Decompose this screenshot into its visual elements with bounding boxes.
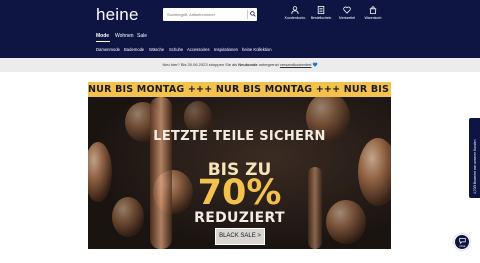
nav-waesche[interactable]: Wäsche xyxy=(149,47,164,52)
chat-button[interactable]: Chat xyxy=(454,234,470,250)
order-button[interactable]: Bestellschein xyxy=(310,6,332,24)
search-box[interactable] xyxy=(163,8,257,21)
nav-schuhe[interactable]: Schuhe xyxy=(169,47,183,52)
wishlist-button[interactable]: Merkzettel xyxy=(336,6,358,24)
promo-text: Neu hier? Bis 30.06.2023 shoppen Sie als… xyxy=(162,62,318,67)
cart-label: Warenkorb xyxy=(364,16,382,20)
banner-photo: LETZTE TEILE SICHERN BIS ZU 70% REDUZIER… xyxy=(88,97,391,249)
cart-icon xyxy=(369,6,377,14)
nav-accessoires[interactable]: Accessoires xyxy=(187,47,210,52)
cart-button[interactable]: Warenkorb xyxy=(362,6,384,24)
order-label: Bestellschein xyxy=(310,16,332,20)
search-separator xyxy=(247,10,248,19)
rating-side-tab[interactable]: 4,70/5 Bewertet von unseren Kunden xyxy=(469,118,480,198)
nav-damenmode[interactable]: Damenmode xyxy=(96,47,120,52)
tab-mode[interactable]: Mode xyxy=(96,33,109,39)
nav-inspirationen[interactable]: Inspirationen xyxy=(214,47,238,52)
nav-heine-kollektion[interactable]: heine Kollektion xyxy=(242,47,272,52)
account-label: Kundenkonto xyxy=(284,16,306,20)
account-button[interactable]: Kundenkonto xyxy=(284,6,306,24)
search-icon[interactable] xyxy=(250,11,256,17)
header-icons: Kundenkonto Bestellschein Merkzettel War… xyxy=(284,6,384,24)
banner-percent: 70% xyxy=(197,173,282,213)
chat-icon xyxy=(459,238,466,244)
tab-sale[interactable]: Sale xyxy=(137,33,147,39)
banner-reduziert: REDUZIERT xyxy=(194,210,285,226)
active-tab-underline xyxy=(96,41,110,42)
search-input[interactable] xyxy=(167,9,245,20)
tab-wohnen[interactable]: Wohnen xyxy=(115,33,134,39)
black-sale-button[interactable]: BLACK SALE > xyxy=(215,228,265,245)
sale-banner[interactable]: NUR BIS MONTAG +++ NUR BIS MONTAG +++ NU… xyxy=(88,82,391,249)
ticker-strip: NUR BIS MONTAG +++ NUR BIS MONTAG +++ NU… xyxy=(88,82,391,97)
nav-bademode[interactable]: Bademode xyxy=(124,47,144,52)
promo-bold: Neukunde xyxy=(238,62,258,67)
order-icon xyxy=(317,6,325,14)
wishlist-label: Merkzettel xyxy=(338,16,356,20)
heine-logo[interactable]: heine xyxy=(96,5,139,25)
account-icon xyxy=(291,6,299,14)
chat-label: Chat xyxy=(459,244,466,248)
promo-link[interactable]: versandkostenfrei xyxy=(280,62,312,67)
wishlist-icon xyxy=(343,6,351,14)
banner-headline: LETZTE TEILE SICHERN xyxy=(153,129,326,144)
promo-bar: Neu hier? Bis 30.06.2023 shoppen Sie als… xyxy=(0,58,480,72)
site-header: heine Kundenkonto Bestellschein xyxy=(0,0,480,58)
rating-side-label: 4,70/5 Bewertet von unseren Kunden xyxy=(473,139,477,194)
